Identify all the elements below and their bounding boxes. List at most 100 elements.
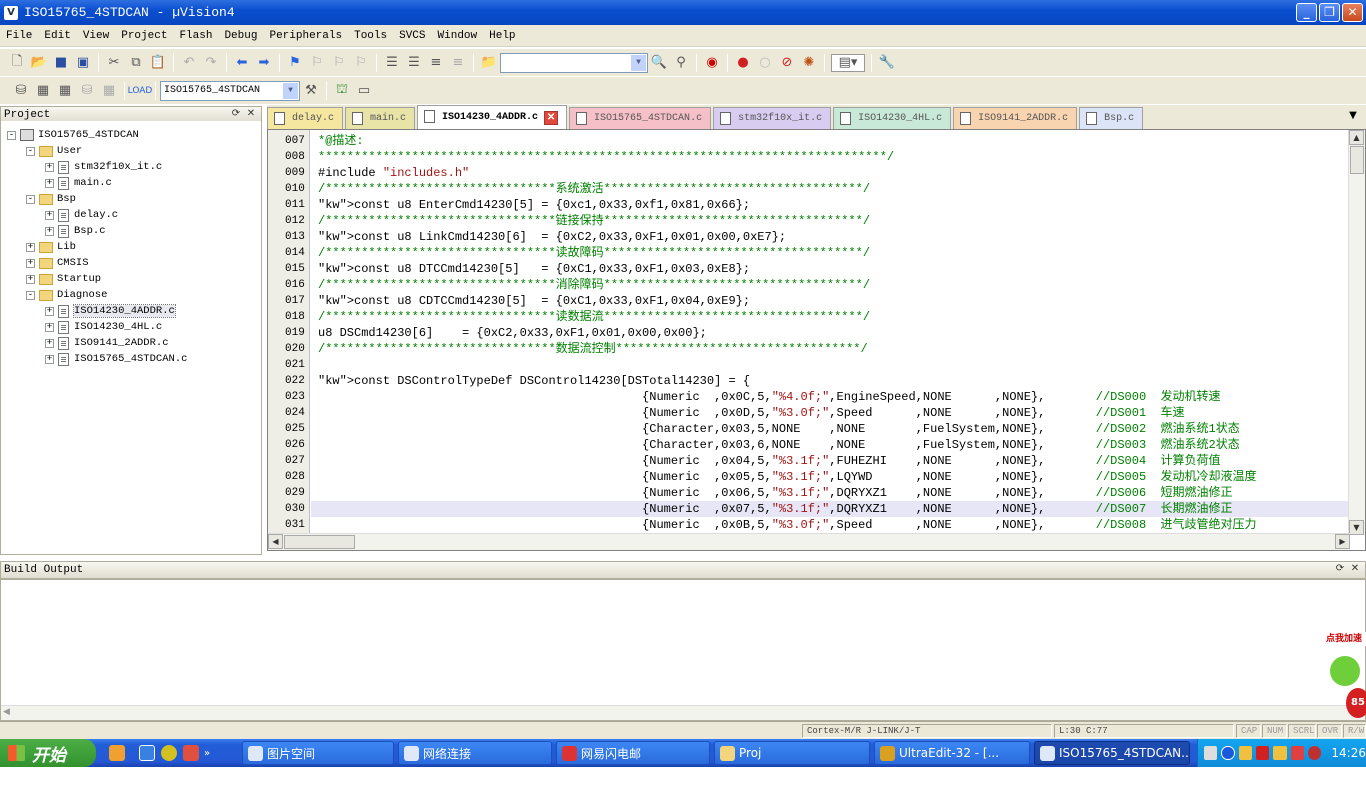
uncomment-icon[interactable]: ≡ [449, 54, 467, 72]
code-line[interactable]: {Numeric ,0x04,5,"%3.1f;",FUHEZHI ,NONE … [318, 453, 1221, 469]
save-all-icon[interactable]: ▣ [74, 54, 92, 72]
rebuild-icon[interactable]: ▦ [56, 82, 74, 100]
window-layout-icon[interactable]: ▤▾ [831, 53, 865, 72]
configure-icon[interactable]: 🔧 [878, 54, 896, 72]
keyboard-icon[interactable] [1204, 746, 1218, 760]
menu-project[interactable]: Project [115, 30, 173, 42]
disable-all-breakpoints-icon[interactable]: ⊘ [778, 54, 796, 72]
start-button[interactable]: 开始 [0, 739, 96, 767]
expand-icon[interactable]: + [45, 162, 54, 172]
pin-icon[interactable]: ⟳ [229, 108, 243, 122]
debug-session-icon[interactable]: ◉ [703, 54, 721, 72]
tree-file-item[interactable]: + ISO15765_4STDCAN.c [45, 351, 187, 367]
quicklaunch-app-icon[interactable] [109, 745, 125, 761]
tree-file-item[interactable]: + ISO9141_2ADDR.c [45, 335, 169, 351]
task-ultraedit[interactable]: UltraEdit-32 - [... [874, 741, 1030, 765]
tree-file-item[interactable]: + stm32f10x_it.c [45, 159, 162, 175]
menu-edit[interactable]: Edit [38, 30, 76, 42]
editor-tab[interactable]: delay.c [267, 107, 344, 129]
download-icon[interactable]: LOAD [128, 82, 153, 100]
redo-icon[interactable]: ↷ [202, 54, 220, 72]
vertical-scroll-thumb[interactable] [1350, 146, 1364, 174]
prev-bookmark-icon[interactable]: ⚐ [308, 54, 326, 72]
clock[interactable]: 14:26 [1331, 746, 1366, 760]
mail-notify-icon[interactable] [1308, 746, 1322, 760]
build-output-panel[interactable]: ◀ ▶ [0, 579, 1366, 721]
code-line[interactable]: #include "includes.h" [318, 165, 469, 181]
editor-tab[interactable]: main.c [345, 107, 416, 129]
speedup-widget[interactable]: 点我加速 85 [1322, 632, 1366, 722]
scroll-left-icon[interactable]: ◀ [3, 707, 10, 717]
tree-folder-item[interactable]: - Bsp [26, 191, 76, 207]
expand-icon[interactable]: + [45, 338, 54, 348]
expand-icon[interactable]: + [45, 322, 54, 332]
menu-help[interactable]: Help [483, 30, 521, 42]
tree-folder-item[interactable]: - User [26, 143, 82, 159]
volume-icon[interactable] [1290, 746, 1305, 760]
expand-icon[interactable]: + [45, 226, 54, 236]
find-icon[interactable]: 🔍 [650, 54, 668, 72]
tree-folder-item[interactable]: + Startup [26, 271, 101, 287]
close-icon[interactable]: ✕ [244, 108, 258, 122]
code-line[interactable]: /********************************链接保持***… [318, 213, 870, 229]
antivirus-icon[interactable] [1256, 746, 1270, 760]
code-line[interactable]: "kw">const u8 EnterCmd14230[5] = {0xc1,0… [318, 197, 750, 213]
scroll-up-icon[interactable]: ▲ [1349, 130, 1364, 145]
target-options-icon[interactable]: ⚒ [302, 82, 320, 100]
translate-icon[interactable]: ⛁ [12, 82, 30, 100]
scroll-left-icon[interactable]: ◀ [268, 534, 283, 549]
expand-icon[interactable]: + [26, 242, 35, 252]
messenger-icon[interactable] [1273, 746, 1287, 760]
chevron-down-icon[interactable]: ▼ [631, 54, 646, 71]
editor-tab[interactable]: ISO9141_2ADDR.c [953, 107, 1078, 129]
pin-icon[interactable]: ⟳ [1333, 563, 1347, 577]
next-bookmark-icon[interactable]: ⚐ [330, 54, 348, 72]
save-icon[interactable]: ■ [52, 54, 70, 72]
open-file-icon[interactable]: 📂 [30, 54, 48, 72]
vertical-scrollbar[interactable]: ▲ ▼ [1348, 130, 1365, 535]
code-line[interactable]: /********************************数据流控制**… [318, 341, 868, 357]
find-combo[interactable]: ▼ [500, 52, 648, 73]
code-line[interactable]: "kw">const u8 DTCCmd14230[5] = {0xC1,0x3… [318, 261, 750, 277]
tree-file-item[interactable]: + ISO14230_4HL.c [45, 319, 162, 335]
scroll-right-icon[interactable]: ▶ [1335, 534, 1350, 549]
tree-project-item[interactable]: - ISO15765_4STDCAN [7, 127, 139, 143]
minimize-button[interactable]: _ [1296, 3, 1317, 22]
clear-bookmarks-icon[interactable]: ⚐ [352, 54, 370, 72]
select-packs-icon[interactable]: ▭ [355, 82, 373, 100]
tree-file-item[interactable]: + Bsp.c [45, 223, 106, 239]
new-file-icon[interactable]: 🗋 [8, 54, 26, 72]
close-button[interactable]: ✕ [1342, 3, 1363, 22]
build-icon[interactable]: ▦ [34, 82, 52, 100]
chevron-down-icon[interactable]: ▼ [283, 82, 298, 99]
menu-svcs[interactable]: SVCS [393, 30, 431, 42]
comment-icon[interactable]: ≡ [427, 54, 445, 72]
menu-file[interactable]: File [0, 30, 38, 42]
expand-icon[interactable]: + [45, 210, 54, 220]
build-output-hscrollbar[interactable]: ◀ ▶ [1, 705, 1365, 720]
collapse-icon[interactable]: - [26, 194, 35, 204]
code-line[interactable]: /********************************系统激活***… [318, 181, 870, 197]
editor-tab[interactable]: ISO14230_4HL.c [833, 107, 952, 129]
task-netease-mail[interactable]: 网易闪电邮 [556, 741, 710, 765]
menu-peripherals[interactable]: Peripherals [263, 30, 348, 42]
stop-build-icon[interactable]: ▦ [100, 82, 118, 100]
tree-folder-item[interactable]: + CMSIS [26, 255, 89, 271]
code-line[interactable]: {Numeric ,0x0D,5,"%3.0f;",Speed ,NONE ,N… [318, 405, 1185, 421]
code-line[interactable]: ****************************************… [318, 149, 894, 165]
tree-file-item[interactable]: + ISO14230_4ADDR.c [45, 303, 176, 319]
expand-icon[interactable]: + [26, 258, 35, 268]
expand-icon[interactable]: + [45, 306, 54, 316]
kill-all-breakpoints-icon[interactable]: ✺ [800, 54, 818, 72]
code-line[interactable]: {Numeric ,0x0B,5,"%3.0f;",Speed ,NONE ,N… [318, 517, 1257, 533]
target-select[interactable]: ISO15765_4STDCAN ▼ [160, 80, 300, 101]
expand-icon[interactable]: + [45, 354, 54, 364]
tree-folder-item[interactable]: + Lib [26, 239, 76, 255]
editor-tab[interactable]: stm32f10x_it.c [713, 107, 832, 129]
code-line[interactable]: u8 DSCmd14230[6] = {0xC2,0x33,0xF1,0x01,… [318, 325, 707, 341]
code-line[interactable]: {Numeric ,0x05,5,"%3.1f;",LQYWD ,NONE ,N… [318, 469, 1257, 485]
code-line[interactable]: /********************************读故障码***… [318, 245, 870, 261]
menu-window[interactable]: Window [432, 30, 484, 42]
code-line[interactable]: {Character,0x03,5,NONE ,NONE ,FuelSystem… [318, 421, 1240, 437]
horizontal-scroll-thumb[interactable] [284, 535, 355, 549]
